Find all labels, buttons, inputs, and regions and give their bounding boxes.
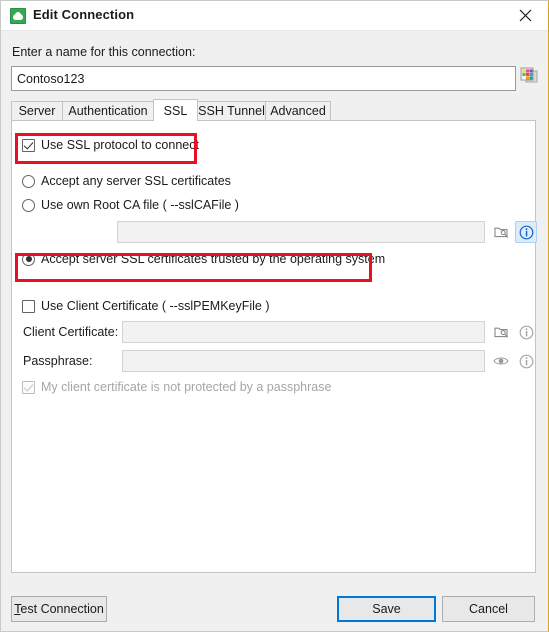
tab-authentication[interactable]: Authentication <box>62 101 154 120</box>
color-palette-icon[interactable] <box>520 67 542 89</box>
radio-own-root-ca-label: Use own Root CA file ( --sslCAFile ) <box>41 198 239 212</box>
no-passphrase-label: My client certificate is not protected b… <box>41 380 332 394</box>
connection-name-input[interactable] <box>11 66 516 91</box>
cancel-label: Cancel <box>469 602 508 616</box>
client-certificate-browse-folder-icon[interactable] <box>490 321 512 343</box>
checkbox-glyph <box>22 299 35 313</box>
edit-connection-dialog: Edit Connection Enter a name for this co… <box>0 0 549 632</box>
tab-server[interactable]: Server <box>11 101 63 120</box>
tab-ssl[interactable]: SSL <box>153 99 198 121</box>
use-ssl-label: Use SSL protocol to connect <box>41 138 199 152</box>
passphrase-input[interactable] <box>122 350 485 372</box>
no-passphrase-checkbox[interactable]: My client certificate is not protected b… <box>22 380 331 394</box>
checkbox-glyph <box>22 380 35 394</box>
radio-accept-any-cert-label: Accept any server SSL certificates <box>41 174 231 188</box>
radio-own-root-ca[interactable]: Use own Root CA file ( --sslCAFile ) <box>22 198 239 212</box>
passphrase-label: Passphrase: <box>23 354 93 368</box>
use-client-certificate-label: Use Client Certificate ( --sslPEMKeyFile… <box>41 299 270 313</box>
tab-label: SSL <box>163 103 188 118</box>
radio-glyph <box>22 198 35 212</box>
radio-glyph <box>22 174 35 188</box>
radio-accept-any-cert[interactable]: Accept any server SSL certificates <box>22 174 231 188</box>
save-button[interactable]: Save <box>337 596 436 622</box>
tab-strip: Server Authentication SSL SSH Tunnel Adv… <box>11 99 536 121</box>
connection-name-label: Enter a name for this connection: <box>12 45 196 59</box>
passphrase-eye-icon[interactable] <box>490 350 512 372</box>
ca-file-browse-folder-icon[interactable] <box>490 221 512 243</box>
radio-accept-os-trusted-label: Accept server SSL certificates trusted b… <box>41 252 386 266</box>
tab-label: SSH Tunnel <box>198 104 265 118</box>
window-title: Edit Connection <box>33 7 135 22</box>
ca-file-info-icon[interactable] <box>515 221 537 243</box>
mysql-dolphin-icon <box>10 8 26 24</box>
save-label: Save <box>372 602 401 616</box>
tab-advanced[interactable]: Advanced <box>265 101 331 120</box>
tab-label: Advanced <box>270 104 326 118</box>
client-certificate-info-icon[interactable] <box>515 321 537 343</box>
dialog-footer: Test Connection Save Cancel <box>1 583 548 631</box>
use-ssl-checkbox[interactable]: Use SSL protocol to connect <box>22 138 199 152</box>
tab-label: Authentication <box>68 104 148 118</box>
radio-glyph <box>22 252 35 266</box>
close-icon[interactable] <box>503 1 548 30</box>
checkbox-glyph <box>22 138 35 152</box>
client-certificate-input[interactable] <box>122 321 485 343</box>
test-connection-button[interactable]: Test Connection <box>11 596 107 622</box>
use-client-certificate-checkbox[interactable]: Use Client Certificate ( --sslPEMKeyFile… <box>22 299 270 313</box>
test-connection-label: est Connection <box>20 602 104 616</box>
tab-ssh-tunnel[interactable]: SSH Tunnel <box>197 101 266 120</box>
title-bar: Edit Connection <box>1 1 548 31</box>
dialog-body: Enter a name for this connection: Server… <box>1 31 548 631</box>
cancel-button[interactable]: Cancel <box>442 596 535 622</box>
radio-accept-os-trusted[interactable]: Accept server SSL certificates trusted b… <box>22 252 385 266</box>
client-certificate-label: Client Certificate: <box>23 325 119 339</box>
passphrase-info-icon[interactable] <box>515 350 537 372</box>
tab-label: Server <box>18 104 56 118</box>
ssl-tab-panel: Use SSL protocol to connect Accept any s… <box>11 120 537 573</box>
ca-file-input[interactable] <box>117 221 485 243</box>
